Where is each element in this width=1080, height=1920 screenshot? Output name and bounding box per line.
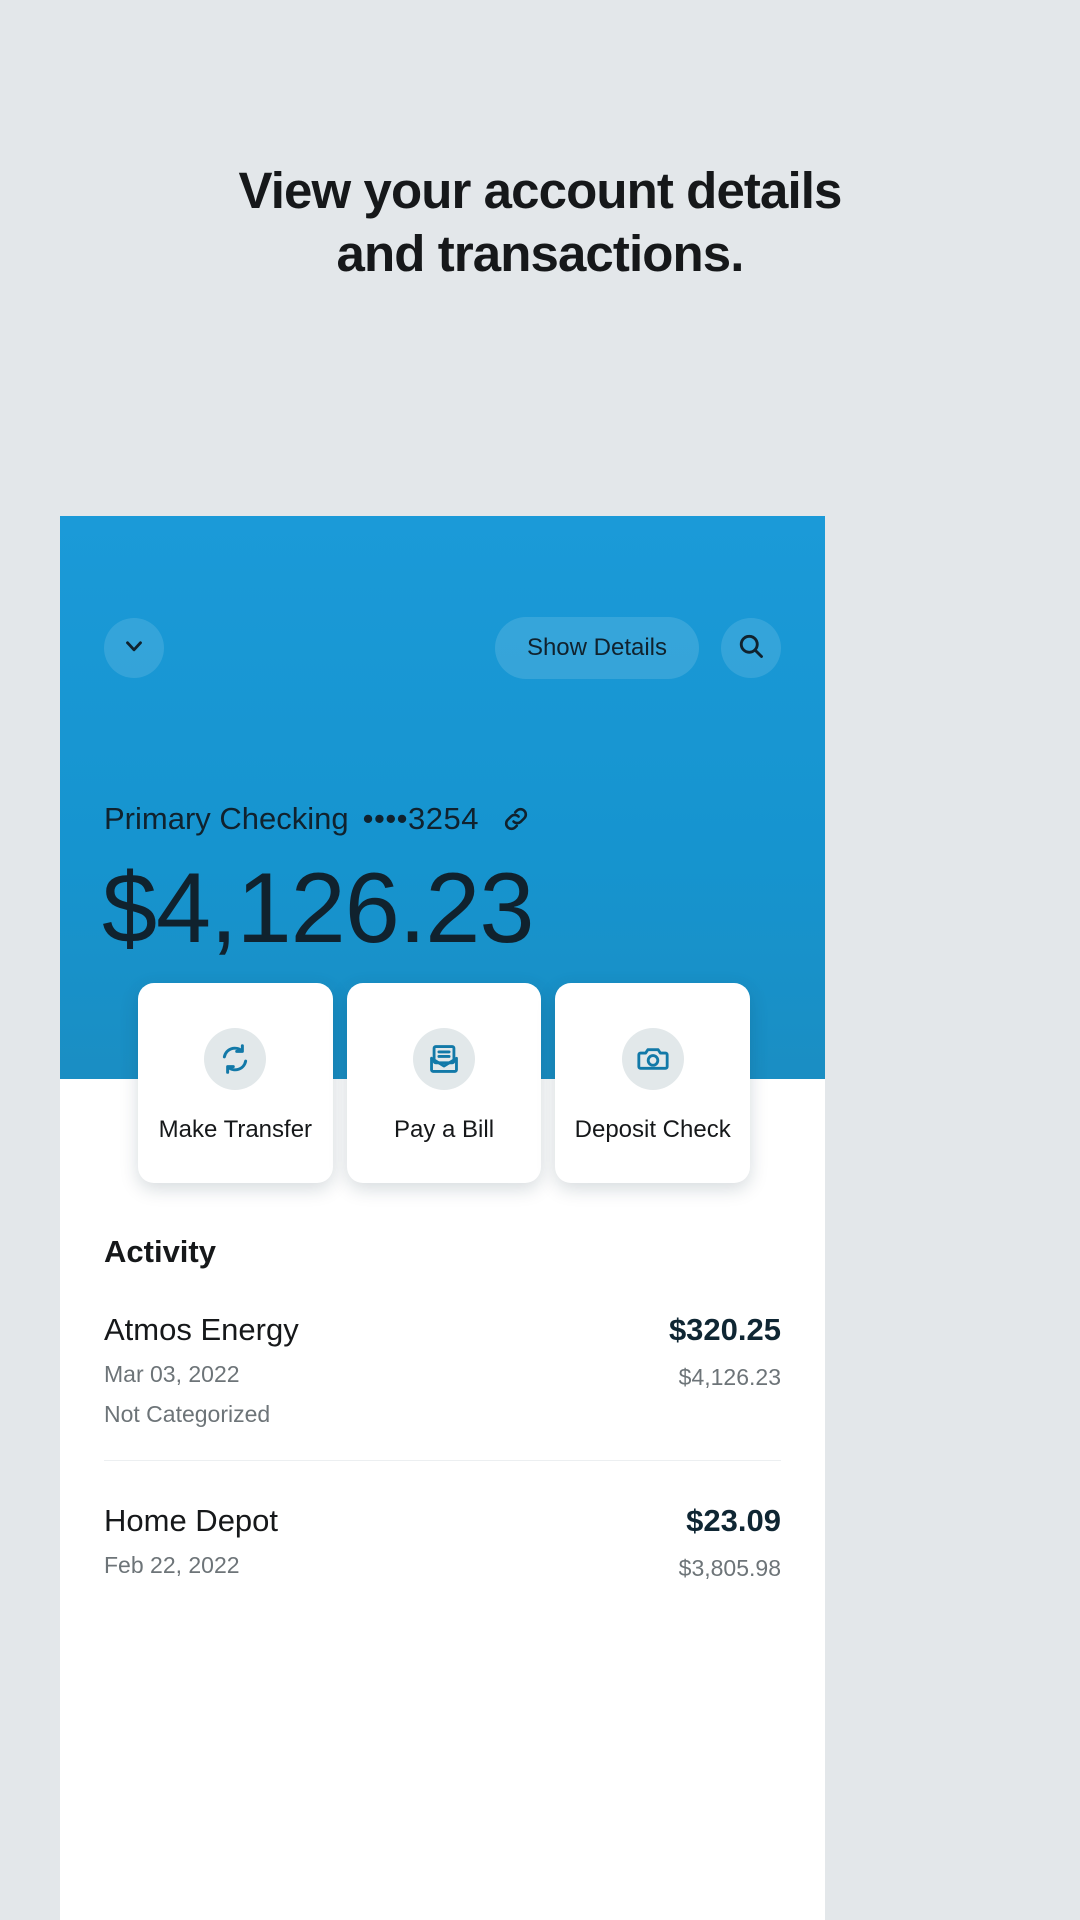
chevron-down-icon xyxy=(121,633,147,664)
transaction-amounts: $320.25 $4,126.23 xyxy=(669,1312,781,1391)
envelope-bill-icon xyxy=(413,1028,475,1090)
camera-icon xyxy=(621,1028,684,1090)
show-details-label: Show Details xyxy=(526,634,667,661)
sync-arrows-icon xyxy=(204,1028,267,1090)
transaction-merchant: Atmos Energy xyxy=(104,1312,299,1347)
transaction-amount: $320.25 xyxy=(668,1312,781,1347)
headline-line-2: and transactions. xyxy=(336,224,745,282)
transaction-category: Not Categorized xyxy=(104,1401,271,1427)
transaction-details: Atmos Energy Mar 03, 2022 Not Categorize… xyxy=(104,1312,299,1428)
action-label-pay-a-bill: Pay a Bill xyxy=(393,1116,495,1143)
search-icon xyxy=(736,631,766,666)
account-identity-row: Primary Checking ••••3254 xyxy=(104,801,531,837)
headline-line-1: View your account details xyxy=(238,162,843,219)
action-card-make-transfer[interactable]: Make Transfer xyxy=(138,983,333,1183)
action-card-pay-a-bill[interactable]: Pay a Bill xyxy=(346,983,542,1183)
quick-actions: Make Transfer Pay a Bill Deposit Check xyxy=(138,983,751,1183)
account-number-mask: ••••3254 xyxy=(362,801,479,836)
show-details-button[interactable]: Show Details xyxy=(494,617,699,679)
promo-headline: View your account details and transactio… xyxy=(0,0,1080,285)
transaction-running-balance: $3,805.98 xyxy=(678,1555,781,1581)
transaction-amounts: $23.09 $3,805.98 xyxy=(679,1503,781,1582)
table-row[interactable]: Atmos Energy Mar 03, 2022 Not Categorize… xyxy=(104,1270,781,1461)
transaction-amount: $23.09 xyxy=(686,1503,781,1538)
transaction-running-balance: $4,126.23 xyxy=(678,1364,781,1390)
header-controls: Show Details xyxy=(60,612,825,684)
app-screenshot-card: Show Details Primary Checking ••••3254 $… xyxy=(60,516,825,1920)
action-label-make-transfer: Make Transfer xyxy=(158,1116,313,1143)
transaction-merchant: Home Depot xyxy=(104,1503,279,1538)
transaction-date: Feb 22, 2022 xyxy=(104,1552,240,1578)
transaction-date: Mar 03, 2022 xyxy=(104,1361,240,1387)
transaction-details: Home Depot Feb 22, 2022 xyxy=(104,1503,278,1579)
account-name: Primary Checking xyxy=(104,801,349,836)
collapse-account-button[interactable] xyxy=(104,618,164,678)
table-row[interactable]: Home Depot Feb 22, 2022 $23.09 $3,805.98 xyxy=(104,1461,781,1614)
available-balance-amount: $4,126.23 xyxy=(102,852,534,963)
header-right-controls: Show Details xyxy=(494,617,781,679)
action-label-deposit-check: Deposit Check xyxy=(574,1116,731,1143)
action-card-deposit-check[interactable]: Deposit Check xyxy=(555,983,751,1183)
activity-section: Activity Atmos Energy Mar 03, 2022 Not C… xyxy=(60,1079,825,1920)
search-button[interactable] xyxy=(721,618,781,678)
link-icon[interactable] xyxy=(501,804,531,834)
